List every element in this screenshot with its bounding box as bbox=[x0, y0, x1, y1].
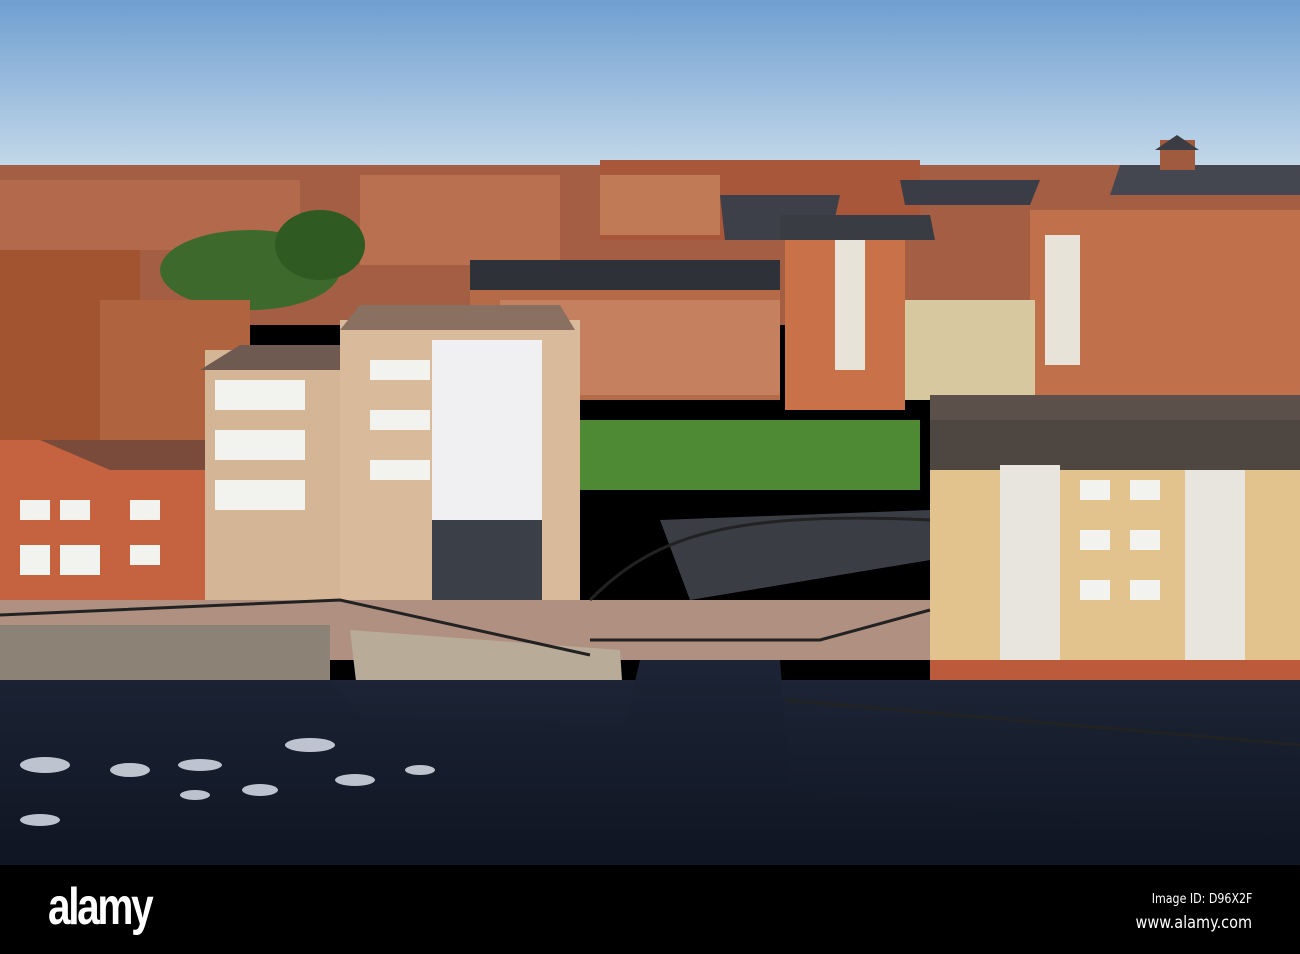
photo-scene: alamy Image ID: D96X2F www.alamy.com bbox=[0, 0, 1300, 954]
alamy-logo: alamy bbox=[48, 878, 154, 936]
watermark-url: www.alamy.com bbox=[1135, 913, 1252, 933]
image-id-label: Image ID: D96X2F bbox=[1151, 892, 1252, 907]
watermark-bar: alamy Image ID: D96X2F www.alamy.com bbox=[0, 865, 1300, 954]
riverside-photo bbox=[0, 0, 1300, 865]
